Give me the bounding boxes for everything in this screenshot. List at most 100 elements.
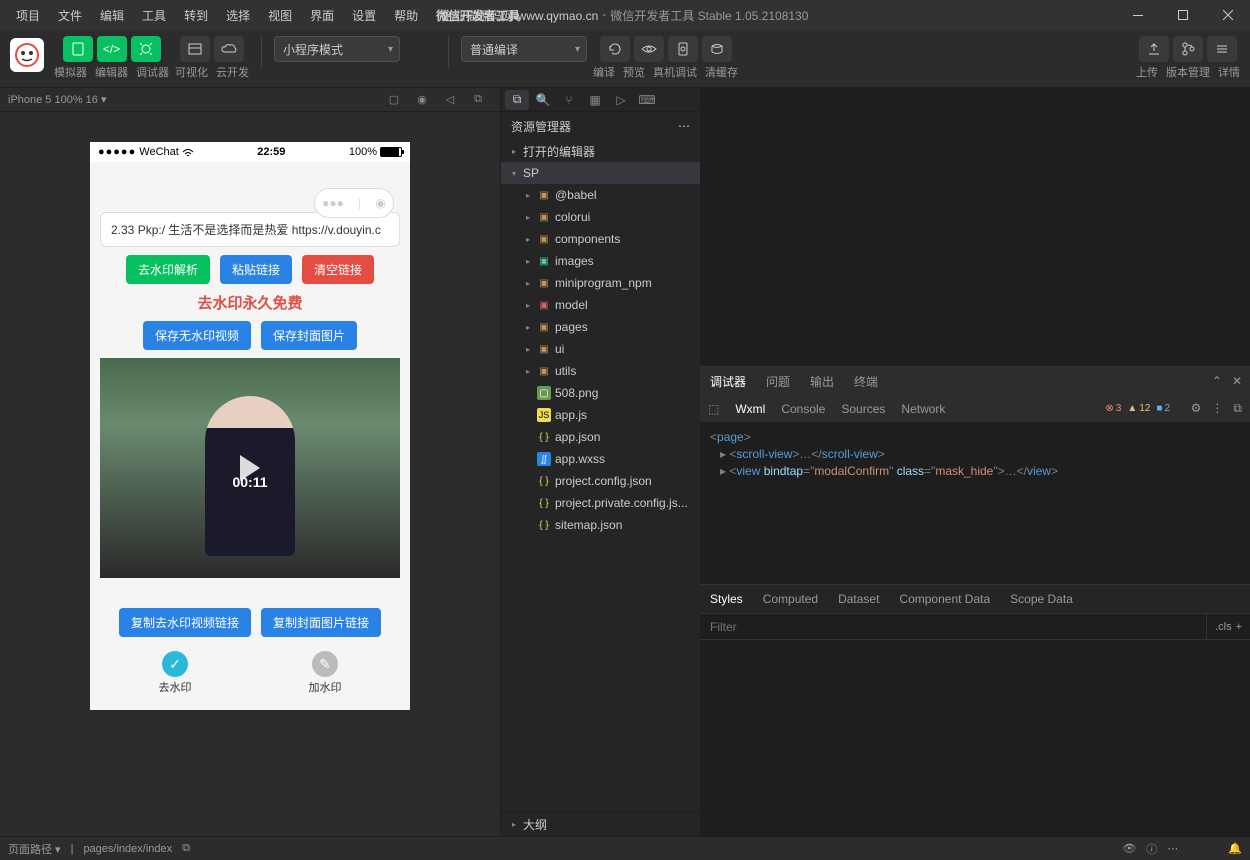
dt-collapse-icon[interactable]: ⌃ <box>1212 374 1222 388</box>
folder-utils[interactable]: ▸▣utils <box>501 360 700 382</box>
copy-video-button[interactable]: 复制去水印视频链接 <box>119 608 251 637</box>
menu-file[interactable]: 文件 <box>50 4 90 27</box>
search-icon[interactable]: 🔍 <box>531 90 555 110</box>
section-open-editors[interactable]: ▸打开的编辑器 <box>501 140 700 162</box>
explorer-icon[interactable]: ⧉ <box>505 90 529 110</box>
dataset-tab[interactable]: Dataset <box>838 592 879 606</box>
folder-colorui[interactable]: ▸▣colorui <box>501 206 700 228</box>
menu-project[interactable]: 项目 <box>8 4 48 27</box>
dt-inspect-icon[interactable]: ⬚ <box>708 402 719 416</box>
close-button[interactable] <box>1205 0 1250 30</box>
file-508png[interactable]: ▢508.png <box>501 382 700 404</box>
device-label[interactable]: iPhone 5 100% 16 ▾ <box>8 93 107 106</box>
save-cover-button[interactable]: 保存封面图片 <box>261 321 357 350</box>
dt-network-tab[interactable]: Network <box>901 402 945 416</box>
menu-tools[interactable]: 工具 <box>134 4 174 27</box>
dt-more-icon[interactable]: ⋮ <box>1211 401 1223 416</box>
capsule-menu[interactable]: ●●● | ◉ <box>314 188 394 218</box>
file-projectconfig[interactable]: { }project.config.json <box>501 470 700 492</box>
warning-badge[interactable]: ▲ 12 <box>1127 403 1150 414</box>
git-icon[interactable]: ⑂ <box>557 90 581 110</box>
realdebug-button[interactable] <box>668 36 698 62</box>
cloud-dev-button[interactable] <box>214 36 244 62</box>
capsule-more-icon[interactable]: ●●● <box>322 196 344 210</box>
maximize-button[interactable] <box>1160 0 1205 30</box>
dt-tab-problems[interactable]: 问题 <box>766 373 790 390</box>
capsule-close-icon[interactable]: ◉ <box>375 196 385 210</box>
scopedata-tab[interactable]: Scope Data <box>1010 592 1073 606</box>
terminal-icon[interactable]: ⌨ <box>635 90 659 110</box>
compile-select[interactable]: 普通编译 <box>461 36 587 62</box>
dt-tab-debugger[interactable]: 调试器 <box>710 373 746 390</box>
clear-button[interactable]: 清空链接 <box>302 255 374 284</box>
preview-button[interactable] <box>634 36 664 62</box>
debugger-button[interactable] <box>131 36 161 62</box>
explorer-more-icon[interactable]: ⋯ <box>678 119 690 133</box>
menu-edit[interactable]: 编辑 <box>92 4 132 27</box>
dt-dock-icon[interactable]: ⧉ <box>1233 401 1242 416</box>
outline-section[interactable]: ▸大纲 <box>501 812 700 836</box>
status-info-icon[interactable]: ⓘ <box>1146 841 1157 857</box>
ext-icon[interactable]: ▦ <box>583 90 607 110</box>
tab-add-watermark[interactable]: ✎ 加水印 <box>309 651 342 695</box>
menu-select[interactable]: 选择 <box>218 4 258 27</box>
folder-ui[interactable]: ▸▣ui <box>501 338 700 360</box>
folder-images[interactable]: ▸▣images <box>501 250 700 272</box>
version-button[interactable] <box>1173 36 1203 62</box>
run-icon[interactable]: ▷ <box>609 90 633 110</box>
folder-model[interactable]: ▸▣model <box>501 294 700 316</box>
paste-button[interactable]: 粘贴链接 <box>220 255 292 284</box>
tab-remove-watermark[interactable]: ✓ 去水印 <box>159 651 192 695</box>
folder-pages[interactable]: ▸▣pages <box>501 316 700 338</box>
device-rotate-icon[interactable]: ▢ <box>380 93 408 106</box>
save-video-button[interactable]: 保存无水印视频 <box>143 321 251 350</box>
status-eye-icon[interactable]: 👁 <box>1122 842 1136 855</box>
dt-close-icon[interactable]: ✕ <box>1232 374 1242 388</box>
computed-tab[interactable]: Computed <box>763 592 818 606</box>
info-badge[interactable]: ■ 2 <box>1156 403 1170 414</box>
visualize-button[interactable] <box>180 36 210 62</box>
file-appjson[interactable]: { }app.json <box>501 426 700 448</box>
copy-route-icon[interactable]: ⧉ <box>182 842 190 855</box>
cls-toggle[interactable]: .cls + <box>1206 614 1250 639</box>
dt-tab-output[interactable]: 输出 <box>810 373 834 390</box>
clearcache-button[interactable] <box>702 36 732 62</box>
simulator-button[interactable] <box>63 36 93 62</box>
styles-filter-input[interactable] <box>700 620 1206 634</box>
route-value[interactable]: pages/index/index <box>83 843 172 855</box>
mode-select[interactable]: 小程序模式 <box>274 36 400 62</box>
dt-console-tab[interactable]: Console <box>781 402 825 416</box>
device-split-icon[interactable]: ⧉ <box>464 93 492 106</box>
status-bell-icon[interactable]: 🔔 <box>1228 842 1242 855</box>
editor-button[interactable]: </> <box>97 36 127 62</box>
componentdata-tab[interactable]: Component Data <box>899 592 990 606</box>
file-sitemap[interactable]: { }sitemap.json <box>501 514 700 536</box>
folder-babel[interactable]: ▸▣@babel <box>501 184 700 206</box>
device-record-icon[interactable]: ◉ <box>408 93 436 106</box>
root-folder[interactable]: ▾SP <box>501 162 700 184</box>
menu-interface[interactable]: 界面 <box>302 4 342 27</box>
dt-sources-tab[interactable]: Sources <box>841 402 885 416</box>
parse-button[interactable]: 去水印解析 <box>126 255 210 284</box>
file-appwxss[interactable]: ∬app.wxss <box>501 448 700 470</box>
error-badge[interactable]: ⊗ 3 <box>1105 403 1121 414</box>
route-label[interactable]: 页面路径 ▾ <box>8 841 61 857</box>
folder-miniprogram[interactable]: ▸▣miniprogram_npm <box>501 272 700 294</box>
details-button[interactable] <box>1207 36 1237 62</box>
dt-gear-icon[interactable]: ⚙ <box>1191 401 1202 416</box>
file-appjs[interactable]: JSapp.js <box>501 404 700 426</box>
device-mute-icon[interactable]: ◁ <box>436 93 464 106</box>
menu-view[interactable]: 视图 <box>260 4 300 27</box>
wxml-tree[interactable]: <page> ▸ <scroll-view>…</scroll-view> ▸ … <box>700 423 1250 486</box>
compile-button[interactable] <box>600 36 630 62</box>
folder-components[interactable]: ▸▣components <box>501 228 700 250</box>
dt-wxml-tab[interactable]: Wxml <box>735 402 765 416</box>
menu-settings[interactable]: 设置 <box>344 4 384 27</box>
menu-help[interactable]: 帮助 <box>386 4 426 27</box>
status-more-icon[interactable]: ⋯ <box>1167 842 1178 855</box>
file-projectprivate[interactable]: { }project.private.config.js... <box>501 492 700 514</box>
copy-cover-button[interactable]: 复制封面图片链接 <box>261 608 381 637</box>
upload-button[interactable] <box>1139 36 1169 62</box>
menu-goto[interactable]: 转到 <box>176 4 216 27</box>
video-player[interactable]: 00:11 <box>100 358 400 578</box>
